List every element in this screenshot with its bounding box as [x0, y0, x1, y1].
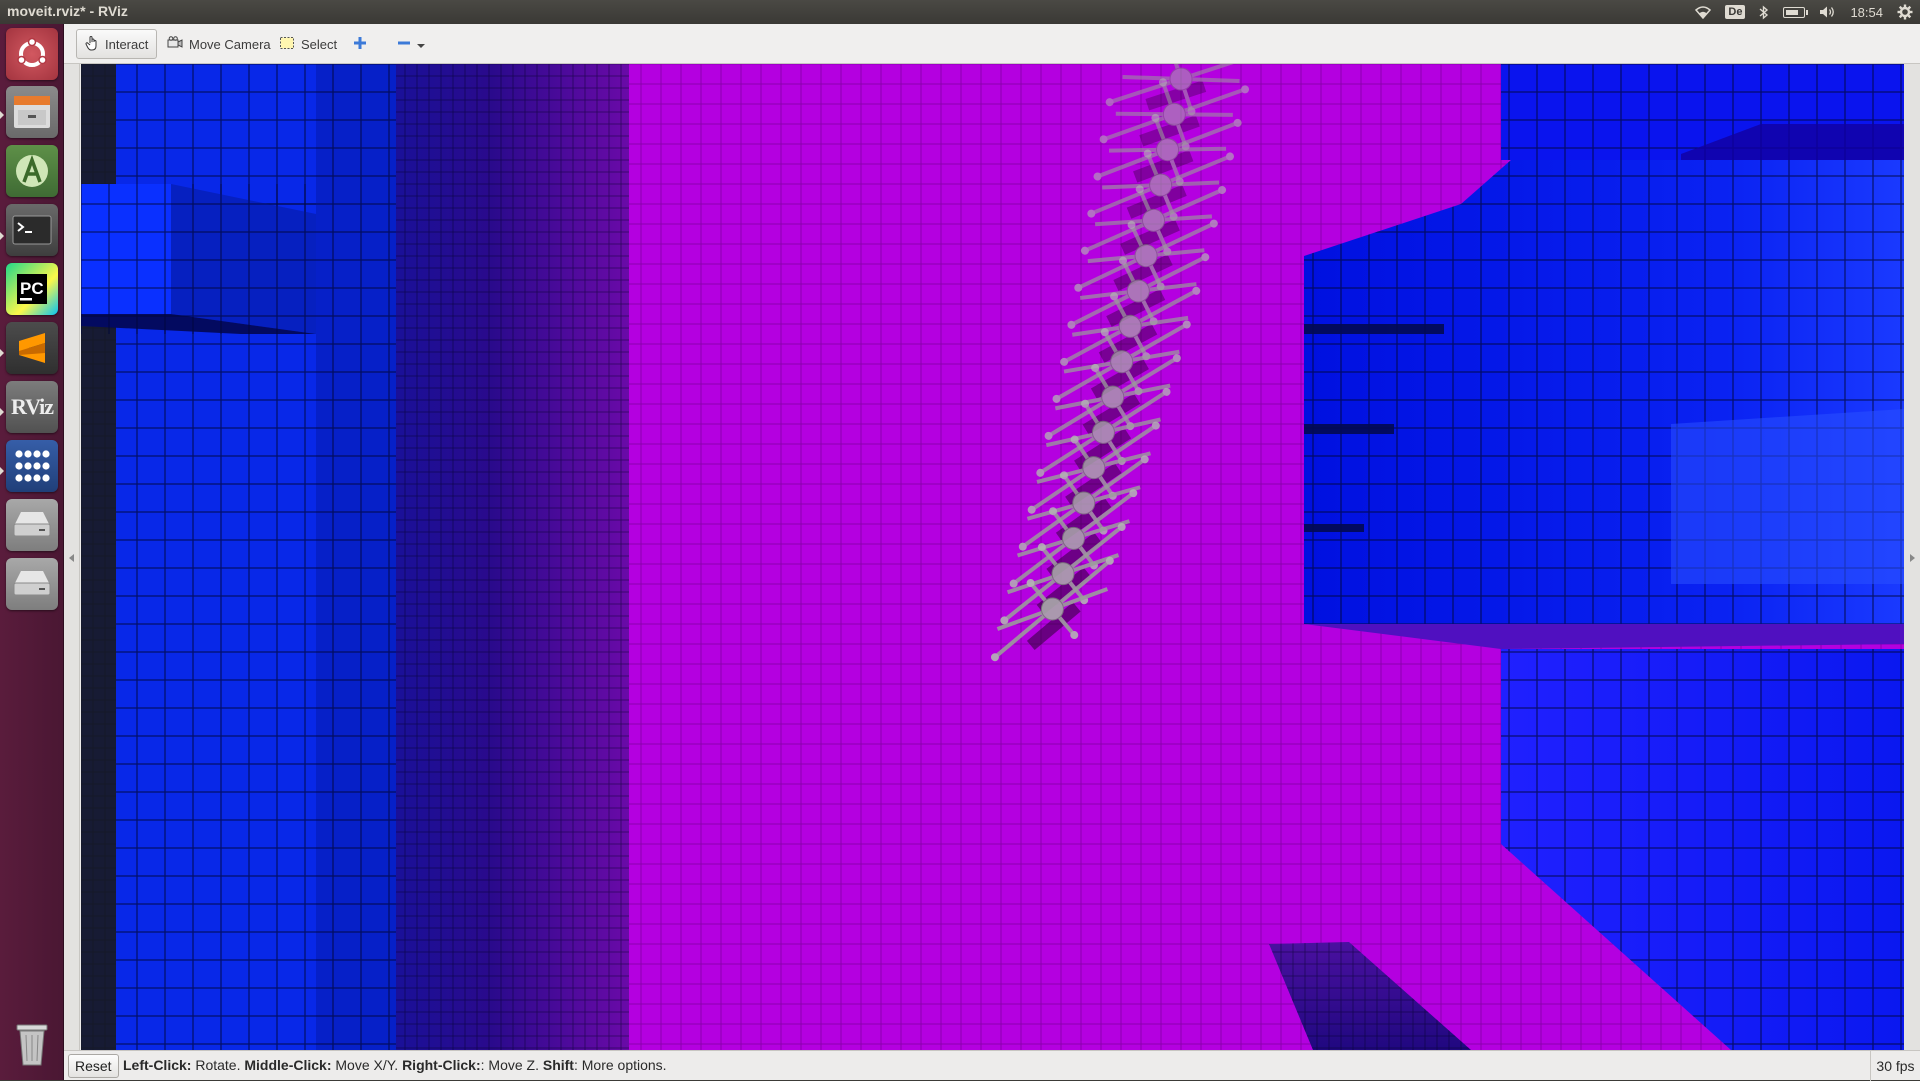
- interact-tool-button[interactable]: Interact: [76, 29, 158, 59]
- hint-middle-click-action: Move X/Y.: [331, 1057, 403, 1073]
- top-panel: moveit.rviz* - RViz De 18:54: [0, 0, 1920, 24]
- hint-right-click-key: Right-Click:: [402, 1057, 481, 1073]
- select-rectangle-icon: [279, 36, 295, 53]
- files-icon[interactable]: [6, 86, 58, 138]
- hint-middle-click-key: Middle-Click:: [244, 1057, 332, 1073]
- bluetooth-icon[interactable]: [1752, 0, 1776, 24]
- terminal-running-indicator: [0, 232, 4, 240]
- move-camera-tool-button[interactable]: Move Camera: [158, 29, 280, 59]
- hint-shift-key: Shift: [542, 1057, 574, 1073]
- expand-left-arrow-icon: [69, 554, 74, 562]
- volume-icon[interactable]: [1812, 0, 1843, 24]
- add-tool-button[interactable]: [344, 29, 376, 59]
- android-studio-icon[interactable]: [6, 145, 58, 197]
- interact-tool-label: Interact: [105, 36, 149, 52]
- battery-icon[interactable]: [1776, 0, 1812, 24]
- rviz-window: Interact Move Camera Select Reset Left-C…: [64, 24, 1920, 1081]
- hint-left-click-action: Rotate.: [191, 1057, 245, 1073]
- sublime-text-icon[interactable]: [6, 322, 58, 374]
- minus-icon: [397, 36, 411, 53]
- hint-shift-action: : More options.: [573, 1057, 667, 1073]
- reset-button[interactable]: Reset: [68, 1054, 119, 1078]
- status-bar: Reset Left-Click: Rotate. Middle-Click: …: [64, 1050, 1920, 1081]
- rviz-running-indicator: [0, 408, 4, 416]
- sublime-running-indicator: [0, 349, 4, 357]
- hint-right-click-action: : Move Z.: [480, 1057, 543, 1073]
- hint-left-click-key: Left-Click:: [123, 1057, 192, 1073]
- drive-icon[interactable]: [6, 499, 58, 551]
- launcher: PC RViz: [0, 24, 64, 1080]
- trash-icon[interactable]: [6, 1018, 58, 1070]
- remove-tool-button[interactable]: [388, 29, 434, 59]
- right-dock-collapse-handle[interactable]: [1904, 64, 1920, 1050]
- move-camera-icon: [167, 35, 183, 53]
- tool-bar: Interact Move Camera Select: [64, 24, 1920, 64]
- pycharm-icon[interactable]: PC: [6, 263, 58, 315]
- indicator-area: De 18:54: [1688, 0, 1920, 24]
- drive-icon-2[interactable]: [6, 558, 58, 610]
- rviz-icon[interactable]: RViz: [6, 381, 58, 433]
- select-tool-label: Select: [301, 36, 338, 52]
- clock[interactable]: 18:54: [1843, 0, 1890, 24]
- move-camera-tool-label: Move Camera: [189, 36, 271, 52]
- select-tool-button[interactable]: Select: [270, 29, 346, 59]
- ubuntu-dash-icon[interactable]: [6, 28, 58, 80]
- settings-gear-icon[interactable]: [1890, 0, 1920, 24]
- window-title: moveit.rviz* - RViz: [7, 3, 128, 19]
- 3d-render-viewport[interactable]: [81, 64, 1904, 1050]
- chevron-down-icon: [417, 37, 425, 52]
- mouse-hint-text: Left-Click: Rotate. Middle-Click: Move X…: [123, 1057, 667, 1073]
- keyboard-layout-indicator[interactable]: De: [1718, 0, 1752, 24]
- plus-icon: [353, 36, 367, 53]
- keyboard-layout-label: De: [1725, 5, 1746, 19]
- voxel-scene: [81, 64, 1904, 1050]
- app-grid-running-indicator: [0, 467, 4, 475]
- hand-icon: [85, 35, 99, 54]
- left-dock-collapse-handle[interactable]: [64, 64, 80, 1050]
- svg-text:PC: PC: [20, 279, 44, 298]
- wifi-icon[interactable]: [1688, 0, 1718, 24]
- expand-right-arrow-icon: [1910, 554, 1915, 562]
- app-grid-icon[interactable]: [6, 440, 58, 492]
- rviz-icon-label: RViz: [10, 394, 54, 419]
- files-running-indicator: [0, 111, 4, 119]
- fps-counter: 30 fps: [1870, 1051, 1920, 1081]
- terminal-icon[interactable]: [6, 204, 58, 256]
